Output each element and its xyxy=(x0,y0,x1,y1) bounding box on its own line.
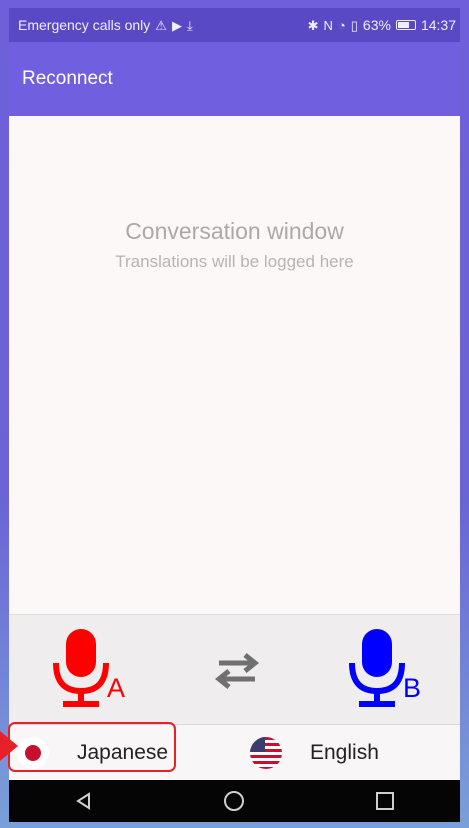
carrier-text: Emergency calls only xyxy=(18,17,151,33)
microphone-icon xyxy=(349,629,405,707)
battery-icon xyxy=(395,20,416,30)
mic-a-label: A xyxy=(107,673,126,703)
language-selector-right[interactable]: English xyxy=(250,725,450,781)
conversation-title: Conversation window xyxy=(125,218,344,244)
controls-panel: A B xyxy=(9,614,460,724)
navigation-bar xyxy=(9,780,460,822)
wifi-icon: ◔ xyxy=(337,17,346,33)
clock: 14:37 xyxy=(420,17,456,33)
download-icon: ⤓ xyxy=(186,17,193,33)
status-bar-right: ✱ N ◔ ▯ 63% 14:37 xyxy=(308,17,456,33)
mic-b-label: B xyxy=(403,673,422,703)
conversation-subtitle: Translations will be logged here xyxy=(115,252,354,271)
battery-percent: 63% xyxy=(362,17,391,33)
nfc-icon: N xyxy=(323,17,333,33)
bluetooth-icon: ✱ xyxy=(307,17,319,33)
microphone-icon xyxy=(53,629,109,707)
status-bar-left: Emergency calls only ⚠ ▶ ⤓ xyxy=(18,17,193,33)
play-store-icon: ▶ xyxy=(171,17,182,33)
status-bar: Emergency calls only ⚠ ▶ ⤓ ✱ N ◔ ▯ 63% 1… xyxy=(9,8,460,42)
language-right-label: English xyxy=(310,741,379,764)
mic-a-button[interactable]: A xyxy=(51,629,131,709)
home-icon[interactable] xyxy=(222,789,246,813)
pointer-arrow-icon xyxy=(0,731,18,761)
mic-b-button[interactable]: B xyxy=(347,629,427,709)
swap-arrows-icon[interactable] xyxy=(213,651,261,691)
back-icon[interactable] xyxy=(72,789,96,813)
sim-icon: ▯ xyxy=(350,17,358,33)
us-flag-icon xyxy=(250,737,282,769)
conversation-window: Conversation window Translations will be… xyxy=(9,116,460,614)
app-bar: Reconnect xyxy=(9,42,460,116)
recents-icon[interactable] xyxy=(373,789,397,813)
reconnect-button[interactable]: Reconnect xyxy=(22,68,113,90)
highlight-box xyxy=(8,722,176,772)
warning-icon: ⚠ xyxy=(155,17,167,33)
phone-screen: Emergency calls only ⚠ ▶ ⤓ ✱ N ◔ ▯ 63% 1… xyxy=(9,8,460,822)
